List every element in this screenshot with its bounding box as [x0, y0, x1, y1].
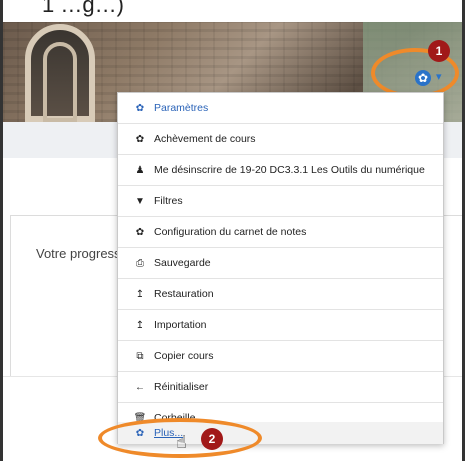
menu-item-label: Sauvegarde	[154, 257, 211, 269]
menu-item-sauvegarde[interactable]: ⎙ Sauvegarde	[118, 248, 443, 279]
import-icon: ↥	[135, 319, 145, 331]
menu-item-label: Paramètres	[154, 102, 209, 114]
menu-item-filtres[interactable]: ▼ Filtres	[118, 186, 443, 217]
menu-item-configuration-carnet[interactable]: ✿ Configuration du carnet de notes	[118, 217, 443, 248]
menu-item-importation[interactable]: ↥ Importation	[118, 310, 443, 341]
menu-item-desinscrire[interactable]: ♟ Me désinscrire de 19-20 DC3.3.1 Les Ou…	[118, 155, 443, 186]
screenshot-frame: 1 …g…) Votre progress ✿ ▾ 1 ✿ Paramètres…	[0, 0, 465, 461]
step-badge-2: 2	[201, 428, 223, 450]
menu-item-restauration[interactable]: ↥ Restauration	[118, 279, 443, 310]
gothic-window-inner-decoration	[43, 42, 77, 122]
gear-icon: ✿	[135, 226, 145, 238]
menu-item-label: Réinitialiser	[154, 381, 209, 393]
frame-border-left	[0, 0, 3, 461]
highlight-ring-plus	[98, 418, 262, 458]
arrow-left-icon: ←	[135, 381, 145, 393]
caption-text: 1 …g…)	[42, 0, 124, 17]
gear-icon: ✿	[135, 133, 145, 145]
menu-item-label: Achèvement de cours	[154, 133, 256, 145]
restore-icon: ↥	[135, 288, 145, 300]
menu-item-label: Copier cours	[154, 350, 214, 362]
gear-icon: ✿	[135, 102, 145, 114]
caption-strip: 1 …g…)	[0, 0, 465, 22]
copy-icon: ⧉	[136, 350, 144, 362]
menu-item-label: Filtres	[154, 195, 183, 207]
menu-item-label: Importation	[154, 319, 207, 331]
user-icon: ♟	[135, 164, 145, 176]
course-actions-menu: ✿ Paramètres ✿ Achèvement de cours ♟ Me …	[117, 92, 444, 444]
menu-item-achevement[interactable]: ✿ Achèvement de cours	[118, 124, 443, 155]
menu-item-label: Restauration	[154, 288, 214, 300]
menu-item-label: Configuration du carnet de notes	[154, 226, 307, 238]
step-badge-1: 1	[428, 40, 450, 62]
progress-label: Votre progress	[36, 246, 121, 261]
menu-item-parametres[interactable]: ✿ Paramètres	[118, 93, 443, 124]
menu-item-copier-cours[interactable]: ⧉ Copier cours	[118, 341, 443, 372]
save-icon: ⎙	[136, 257, 144, 269]
filter-icon: ▼	[135, 195, 145, 207]
menu-item-label: Me désinscrire de 19-20 DC3.3.1 Les Outi…	[154, 164, 425, 176]
menu-item-reinitialiser[interactable]: ← Réinitialiser	[118, 372, 443, 403]
